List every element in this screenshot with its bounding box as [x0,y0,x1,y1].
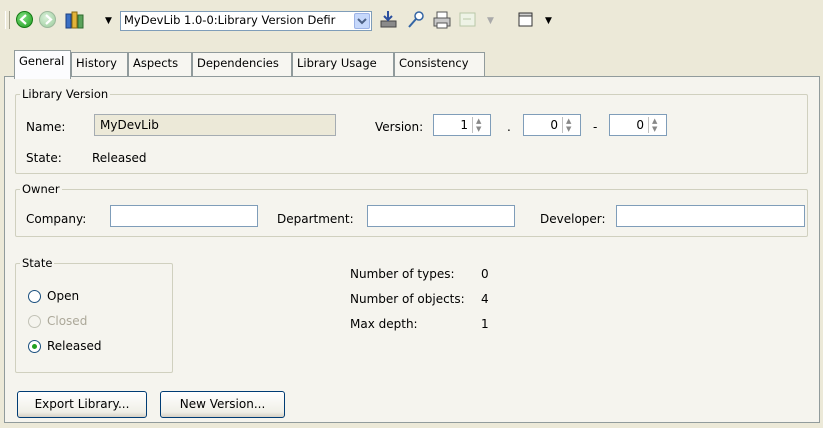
forward-icon[interactable] [39,11,56,28]
tab-consistency[interactable]: Consistency [394,52,485,77]
version-patch-stepper[interactable]: 0 ▲ ▼ [609,114,667,136]
tab-label: Dependencies [197,56,279,70]
objects-count-label: Number of objects: [350,292,465,306]
radio-closed-button [28,315,41,328]
owner-legend: Owner [20,182,62,196]
disabled-icon [459,11,477,29]
tab-label: Library Usage [297,56,377,70]
state-label: State: [26,151,62,165]
developer-field[interactable] [616,205,805,227]
company-field[interactable] [110,205,258,227]
name-field: MyDevLib [94,114,336,136]
spin-arrows[interactable]: ▲ ▼ [472,117,488,133]
radio-open[interactable]: Open [28,288,148,306]
combo-dropdown-button[interactable] [354,13,370,29]
name-value: MyDevLib [100,118,159,132]
tab-label: Consistency [399,56,469,70]
library-version-combo[interactable]: MyDevLib 1.0-0:Library Version Defir [120,11,372,31]
tab-history[interactable]: History [71,52,128,77]
export-library-button[interactable]: Export Library... [17,391,147,418]
spin-arrows[interactable]: ▲ ▼ [648,117,664,133]
tab-library-usage[interactable]: Library Usage [292,52,394,77]
state-value: Released [92,151,147,165]
version-patch-value: 0 [636,118,644,132]
radio-released[interactable]: Released [28,338,148,356]
objects-count-value: 4 [481,292,489,306]
radio-selected-dot [32,344,37,349]
state-legend: State [20,256,55,270]
max-depth-label: Max depth: [350,317,418,331]
print-icon[interactable] [431,9,453,31]
version-major-stepper[interactable]: 1 ▲ ▼ [433,114,491,136]
radio-closed: Closed [28,313,148,331]
window-icon[interactable] [517,11,535,29]
max-depth-value: 1 [481,317,489,331]
toolbar: ▼ MyDevLib 1.0-0:Library Version Defir ▼… [0,0,823,40]
pin-icon[interactable] [406,9,428,31]
department-field[interactable] [367,205,515,227]
tab-label: Aspects [133,56,179,70]
developer-label: Developer: [540,212,606,226]
version-separator-dot: . [507,120,511,134]
library-version-group: Library Version Name: MyDevLib Version: … [15,87,808,174]
library-icon[interactable] [64,9,86,31]
radio-released-label: Released [47,339,102,353]
tab-aspects[interactable]: Aspects [128,52,192,77]
version-major-value: 1 [460,118,468,132]
types-count-label: Number of types: [350,267,455,281]
spin-arrows[interactable]: ▲ ▼ [562,117,578,133]
general-panel: Library Version Name: MyDevLib Version: … [4,76,820,423]
company-label: Company: [26,212,87,226]
types-count-value: 0 [481,267,489,281]
library-version-combo-value: MyDevLib 1.0-0:Library Version Defir [124,13,336,27]
radio-open-label: Open [47,289,80,303]
version-separator-dash: - [593,120,598,134]
version-minor-stepper[interactable]: 0 ▲ ▼ [523,114,581,136]
new-version-button[interactable]: New Version... [160,391,285,418]
tab-dependencies[interactable]: Dependencies [192,52,292,77]
radio-released-button[interactable] [28,340,41,353]
new-version-label: New Version... [179,397,266,411]
export-icon[interactable] [378,9,400,31]
name-label: Name: [26,120,66,134]
tab-general[interactable]: General [14,50,71,79]
tab-label: History [76,56,117,70]
owner-group: Owner Company: Department: Developer: [15,182,808,237]
chevron-down-icon: ▼ [487,16,494,26]
chevron-down-icon[interactable]: ▼ [105,16,112,26]
version-minor-value: 0 [550,118,558,132]
back-icon[interactable] [16,11,33,28]
library-version-legend: Library Version [20,87,111,101]
chevron-down-icon[interactable]: ▼ [545,16,552,26]
radio-closed-label: Closed [47,314,88,328]
version-label: Version: [375,120,424,134]
toolbar-grip[interactable] [5,11,10,29]
state-group: State Open Closed Released [15,256,173,373]
tab-label: General [19,54,65,68]
export-library-label: Export Library... [34,397,130,411]
department-label: Department: [277,212,354,226]
radio-open-button[interactable] [28,290,41,303]
